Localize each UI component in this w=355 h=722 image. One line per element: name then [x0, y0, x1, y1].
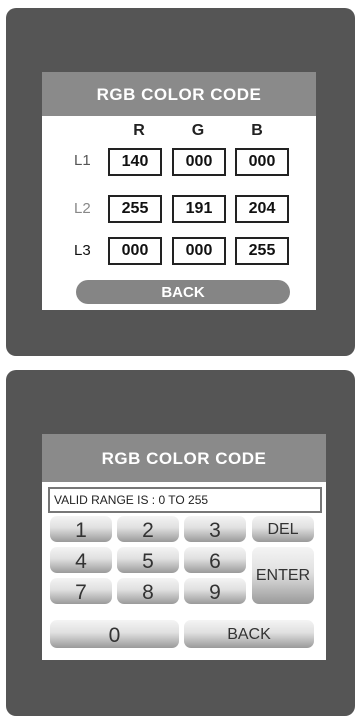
back-button[interactable]: BACK [76, 280, 290, 304]
key-4[interactable]: 4 [50, 547, 112, 573]
rgb-screen-title: RGB COLOR CODE [42, 72, 316, 116]
key-3[interactable]: 3 [184, 516, 246, 542]
column-header-r: R [133, 122, 145, 139]
enter-key[interactable]: ENTER [252, 547, 314, 604]
value-field-l1-g[interactable]: 000 [172, 148, 226, 176]
key-8[interactable]: 8 [117, 578, 179, 604]
rgb-code-screen: RGB COLOR CODE R G B L1 140 000 000 L2 2… [42, 72, 316, 310]
key-7[interactable]: 7 [50, 578, 112, 604]
column-header-g: G [191, 122, 205, 139]
valid-range-display: VALID RANGE IS : 0 TO 255 [48, 487, 322, 513]
key-0[interactable]: 0 [50, 620, 179, 648]
key-2[interactable]: 2 [117, 516, 179, 542]
value-field-l3-b[interactable]: 255 [235, 237, 289, 265]
value-field-l1-r[interactable]: 140 [108, 148, 162, 176]
keypad-screen: RGB COLOR CODE VALID RANGE IS : 0 TO 255… [42, 434, 326, 660]
keypad-back-button[interactable]: BACK [184, 620, 314, 648]
value-field-l1-b[interactable]: 000 [235, 148, 289, 176]
value-field-l3-g[interactable]: 000 [172, 237, 226, 265]
value-field-l2-r[interactable]: 255 [108, 195, 162, 223]
key-9[interactable]: 9 [184, 578, 246, 604]
key-5[interactable]: 5 [117, 547, 179, 573]
value-field-l2-g[interactable]: 191 [172, 195, 226, 223]
delete-key[interactable]: DEL [252, 516, 314, 542]
key-1[interactable]: 1 [50, 516, 112, 542]
keypad-screen-title: RGB COLOR CODE [42, 434, 326, 482]
value-field-l2-b[interactable]: 204 [235, 195, 289, 223]
row-label-l2: L2 [74, 200, 91, 217]
value-field-l3-r[interactable]: 000 [108, 237, 162, 265]
row-label-l3: L3 [74, 242, 91, 259]
column-header-b: B [251, 122, 263, 139]
key-6[interactable]: 6 [184, 547, 246, 573]
row-label-l1: L1 [74, 152, 91, 169]
